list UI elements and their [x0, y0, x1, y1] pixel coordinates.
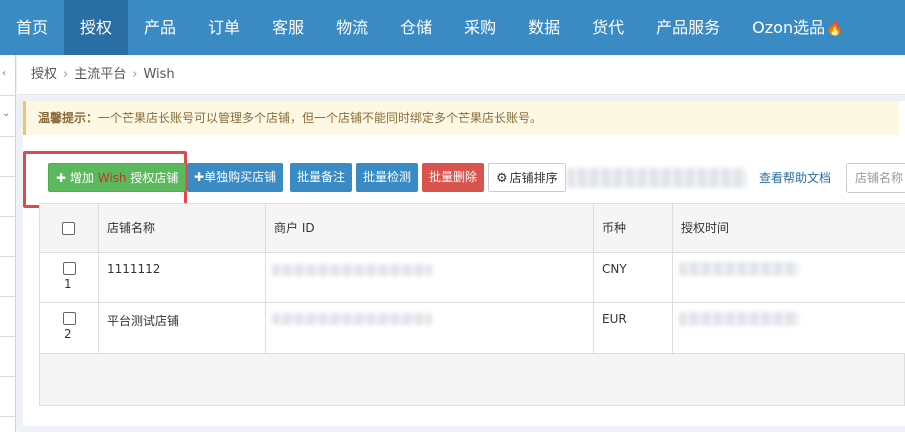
- gear-icon: ⚙: [496, 171, 508, 186]
- chevron-left-icon[interactable]: ‹: [2, 68, 6, 79]
- store-table: 店铺名称 商户 ID 币种 授权时间 1 1111112 CNY 2 平台测试店…: [39, 203, 905, 406]
- sidebar-divider: [0, 176, 15, 177]
- sidebar-divider: [0, 336, 15, 337]
- auth-time-cell: [673, 253, 905, 302]
- redacted-merchant-id: [272, 313, 432, 325]
- redacted-auth-time: [679, 312, 799, 326]
- sidebar-divider: [0, 376, 15, 377]
- table-row: 1 1111112 CNY: [40, 253, 905, 303]
- currency-cell: CNY: [594, 253, 673, 302]
- sidebar-divider: [0, 296, 15, 297]
- store-name-cell: 平台测试店铺: [99, 303, 266, 353]
- nav-forwarder[interactable]: 货代: [576, 0, 640, 55]
- redacted-merchant-id: [272, 264, 432, 276]
- table-header-row: 店铺名称 商户 ID 币种 授权时间: [40, 204, 905, 253]
- plus-icon: ✚: [194, 170, 205, 184]
- sidebar-divider: [0, 256, 15, 257]
- header-auth-time: 授权时间: [681, 221, 730, 235]
- breadcrumb-mainstream-platform[interactable]: 主流平台: [74, 67, 126, 82]
- nav-authorization[interactable]: 授权: [64, 0, 129, 55]
- header-currency: 币种: [594, 204, 673, 252]
- breadcrumb: 授权 › 主流平台 › Wish: [17, 55, 905, 95]
- sidebar-divider: [0, 136, 15, 137]
- row-number: 1: [64, 277, 72, 291]
- store-sort-button[interactable]: ⚙ 店铺排序: [488, 163, 566, 192]
- add-suffix: 授权店铺: [130, 171, 179, 185]
- buy-label: 单独购买店铺: [204, 170, 277, 184]
- nav-data[interactable]: 数据: [512, 0, 576, 55]
- redacted-region: [567, 168, 747, 188]
- batch-delete-button[interactable]: 批量删除: [422, 163, 485, 192]
- nav-ozon-label: Ozon选品: [752, 18, 826, 37]
- row-checkbox[interactable]: [63, 262, 76, 275]
- top-navigation: 首页 授权 产品 订单 客服 物流 仓储 采购 数据 货代 产品服务 Ozon选…: [0, 0, 905, 55]
- sort-label: 店铺排序: [509, 171, 558, 185]
- batch-check-button[interactable]: 批量检测: [356, 163, 419, 192]
- currency-cell: EUR: [594, 303, 673, 353]
- sidebar-divider: [0, 95, 15, 96]
- flame-icon: 🔥: [826, 21, 844, 37]
- row-number: 2: [64, 327, 72, 341]
- breadcrumb-wish: Wish: [143, 67, 175, 82]
- table-row: 2 平台测试店铺 EUR: [40, 303, 905, 354]
- breadcrumb-authorization[interactable]: 授权: [31, 67, 57, 82]
- nav-home[interactable]: 首页: [0, 0, 64, 55]
- add-wish-store-button[interactable]: ✚ 增加 Wish 授权店铺: [48, 163, 187, 192]
- row-select-cell: 1: [40, 253, 99, 302]
- row-checkbox[interactable]: [63, 312, 76, 325]
- chevron-right-icon: ›: [63, 67, 69, 82]
- nav-customer-service[interactable]: 客服: [256, 0, 320, 55]
- add-prefix: 增加: [69, 171, 94, 185]
- redacted-auth-time: [679, 262, 799, 276]
- nav-ozon-selection[interactable]: Ozon选品🔥: [736, 0, 859, 55]
- nav-logistics[interactable]: 物流: [320, 0, 384, 55]
- tip-banner: 温馨提示：一个芒果店长账号可以管理多个店铺，但一个店铺不能同时绑定多个芒果店长账…: [23, 101, 899, 135]
- header-merchant-id: 商户 ID: [266, 204, 594, 252]
- select-all-checkbox[interactable]: [62, 222, 75, 235]
- help-doc-link[interactable]: 查看帮助文档: [759, 169, 831, 186]
- sidebar-divider: [0, 216, 15, 217]
- add-platform: Wish: [97, 171, 127, 185]
- nav-purchasing[interactable]: 采购: [448, 0, 512, 55]
- left-sidebar[interactable]: ‹ ⌄: [0, 55, 16, 432]
- row-select-cell: 2: [40, 303, 99, 353]
- tip-label: 温馨提示：: [38, 111, 99, 125]
- tip-text: 一个芒果店长账号可以管理多个店铺，但一个店铺不能同时绑定多个芒果店长账号。: [98, 111, 543, 125]
- select-all-cell: [40, 204, 99, 252]
- batch-note-button[interactable]: 批量备注: [290, 163, 353, 192]
- merchant-id-cell: [266, 253, 594, 302]
- nav-product-service[interactable]: 产品服务: [640, 0, 736, 55]
- merchant-id-cell: [266, 303, 594, 353]
- main-content: 温馨提示：一个芒果店长账号可以管理多个店铺，但一个店铺不能同时绑定多个芒果店长账…: [17, 96, 905, 432]
- store-name-search-input[interactable]: 店铺名称: [846, 163, 905, 193]
- store-name-cell: 1111112: [99, 253, 266, 302]
- chevron-down-icon[interactable]: ⌄: [2, 108, 10, 119]
- sidebar-divider: [0, 416, 15, 417]
- nav-orders[interactable]: 订单: [192, 0, 256, 55]
- plus-icon: ✚: [56, 171, 67, 185]
- nav-products[interactable]: 产品: [128, 0, 192, 55]
- chevron-right-icon: ›: [132, 67, 138, 82]
- auth-time-cell: [673, 303, 905, 353]
- nav-warehouse[interactable]: 仓储: [384, 0, 448, 55]
- header-store-name: 店铺名称: [99, 204, 266, 252]
- buy-store-button[interactable]: ✚单独购买店铺: [187, 163, 284, 192]
